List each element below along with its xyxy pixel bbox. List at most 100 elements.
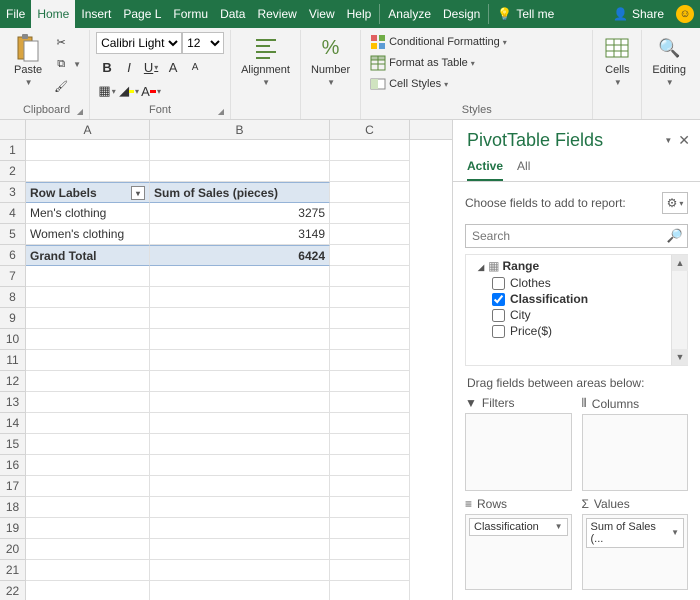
pivot-filter-dropdown[interactable]: ▾ — [131, 186, 145, 200]
row-header[interactable]: 20 — [0, 539, 26, 560]
row-header[interactable]: 12 — [0, 371, 26, 392]
row-header[interactable]: 16 — [0, 455, 26, 476]
field-checkbox[interactable] — [492, 309, 505, 322]
cell-styles-button[interactable]: Cell Styles▾ — [367, 74, 509, 94]
conditional-formatting-button[interactable]: Conditional Formatting▾ — [367, 32, 509, 52]
cell[interactable] — [150, 329, 330, 350]
cells-button[interactable]: Cells▼ — [599, 32, 635, 89]
tab-review[interactable]: Review — [251, 0, 302, 28]
field-search[interactable]: 🔎 — [465, 224, 688, 248]
tab-design[interactable]: Design — [437, 0, 486, 28]
row-header[interactable]: 4 — [0, 203, 26, 224]
cell[interactable] — [330, 182, 410, 203]
increase-font-button[interactable]: A — [162, 56, 184, 78]
close-icon[interactable]: ✕ — [678, 132, 690, 149]
pane-settings-button[interactable]: ⚙▾ — [662, 192, 688, 214]
cell[interactable] — [26, 518, 150, 539]
row-header[interactable]: 11 — [0, 350, 26, 371]
col-header-b[interactable]: B — [150, 120, 330, 139]
cell[interactable] — [330, 224, 410, 245]
cell[interactable] — [150, 476, 330, 497]
col-header-c[interactable]: C — [330, 120, 410, 139]
area-columns-drop[interactable] — [582, 414, 689, 491]
cell[interactable] — [150, 266, 330, 287]
row-header[interactable]: 7 — [0, 266, 26, 287]
field-item[interactable]: Classification — [470, 291, 667, 307]
row-header[interactable]: 9 — [0, 308, 26, 329]
tab-file[interactable]: File — [0, 0, 31, 28]
cell[interactable] — [26, 497, 150, 518]
cell[interactable] — [330, 392, 410, 413]
row-header[interactable]: 5 — [0, 224, 26, 245]
cell[interactable]: Row Labels▾ — [26, 182, 150, 203]
row-header[interactable]: 6 — [0, 245, 26, 266]
cell[interactable] — [330, 539, 410, 560]
area-filters-drop[interactable] — [465, 413, 572, 491]
cell[interactable] — [26, 266, 150, 287]
tab-analyze[interactable]: Analyze — [382, 0, 437, 28]
cell[interactable] — [26, 329, 150, 350]
font-color-button[interactable]: A▾ — [140, 80, 162, 102]
row-header[interactable]: 10 — [0, 329, 26, 350]
italic-button[interactable]: I — [118, 56, 140, 78]
tab-insert[interactable]: Insert — [75, 0, 117, 28]
cell[interactable] — [150, 350, 330, 371]
cell[interactable] — [26, 161, 150, 182]
cell[interactable] — [330, 266, 410, 287]
cell[interactable] — [150, 434, 330, 455]
cell[interactable] — [26, 581, 150, 600]
format-painter-button[interactable]: 🖌 — [50, 76, 83, 96]
cell[interactable] — [330, 161, 410, 182]
cell[interactable]: Sum of Sales (pieces) — [150, 182, 330, 203]
number-button[interactable]: % Number ▼ — [307, 32, 354, 89]
cell[interactable] — [330, 455, 410, 476]
cell[interactable] — [26, 539, 150, 560]
field-item[interactable]: Clothes — [470, 275, 667, 291]
row-header[interactable]: 18 — [0, 497, 26, 518]
pane-tab-all[interactable]: All — [517, 155, 530, 181]
cell[interactable] — [150, 392, 330, 413]
cell[interactable]: Grand Total — [26, 245, 150, 266]
decrease-font-button[interactable]: A — [184, 56, 206, 78]
row-header[interactable]: 22 — [0, 581, 26, 600]
row-header[interactable]: 14 — [0, 413, 26, 434]
field-checkbox[interactable] — [492, 293, 505, 306]
cell[interactable]: 3149 — [150, 224, 330, 245]
cell[interactable] — [150, 287, 330, 308]
font-size-select[interactable]: 12 — [182, 32, 224, 54]
area-values-item[interactable]: Sum of Sales (...▼ — [586, 518, 685, 548]
cell[interactable] — [26, 308, 150, 329]
cell[interactable]: Women's clothing — [26, 224, 150, 245]
fill-color-button[interactable]: ◢▾ — [118, 80, 140, 102]
cell[interactable] — [150, 413, 330, 434]
scroll-down-icon[interactable]: ▼ — [672, 349, 688, 365]
row-header[interactable]: 17 — [0, 476, 26, 497]
cell[interactable] — [330, 287, 410, 308]
field-list-scrollbar[interactable]: ▲ ▼ — [671, 255, 687, 365]
cell[interactable] — [330, 476, 410, 497]
cell[interactable] — [26, 560, 150, 581]
bold-button[interactable]: B — [96, 56, 118, 78]
cell[interactable] — [150, 161, 330, 182]
col-header-a[interactable]: A — [26, 120, 150, 139]
field-item[interactable]: Price($) — [470, 323, 667, 339]
cell[interactable] — [150, 497, 330, 518]
cell[interactable] — [26, 287, 150, 308]
cell[interactable] — [330, 518, 410, 539]
field-checkbox[interactable] — [492, 325, 505, 338]
cell[interactable]: 6424 — [150, 245, 330, 266]
field-item[interactable]: City — [470, 307, 667, 323]
cut-button[interactable]: ✂ — [50, 32, 83, 52]
format-as-table-button[interactable]: Format as Table▾ — [367, 53, 509, 73]
share-button[interactable]: 👤 Share — [607, 0, 670, 28]
borders-button[interactable]: ▦▾ — [96, 80, 118, 102]
cell[interactable] — [150, 140, 330, 161]
row-header[interactable]: 8 — [0, 287, 26, 308]
cell[interactable] — [150, 560, 330, 581]
cell[interactable] — [150, 581, 330, 600]
cell[interactable] — [330, 350, 410, 371]
cell[interactable] — [330, 245, 410, 266]
field-group-range[interactable]: ▦Range — [470, 257, 667, 275]
cell[interactable] — [150, 539, 330, 560]
row-header[interactable]: 19 — [0, 518, 26, 539]
